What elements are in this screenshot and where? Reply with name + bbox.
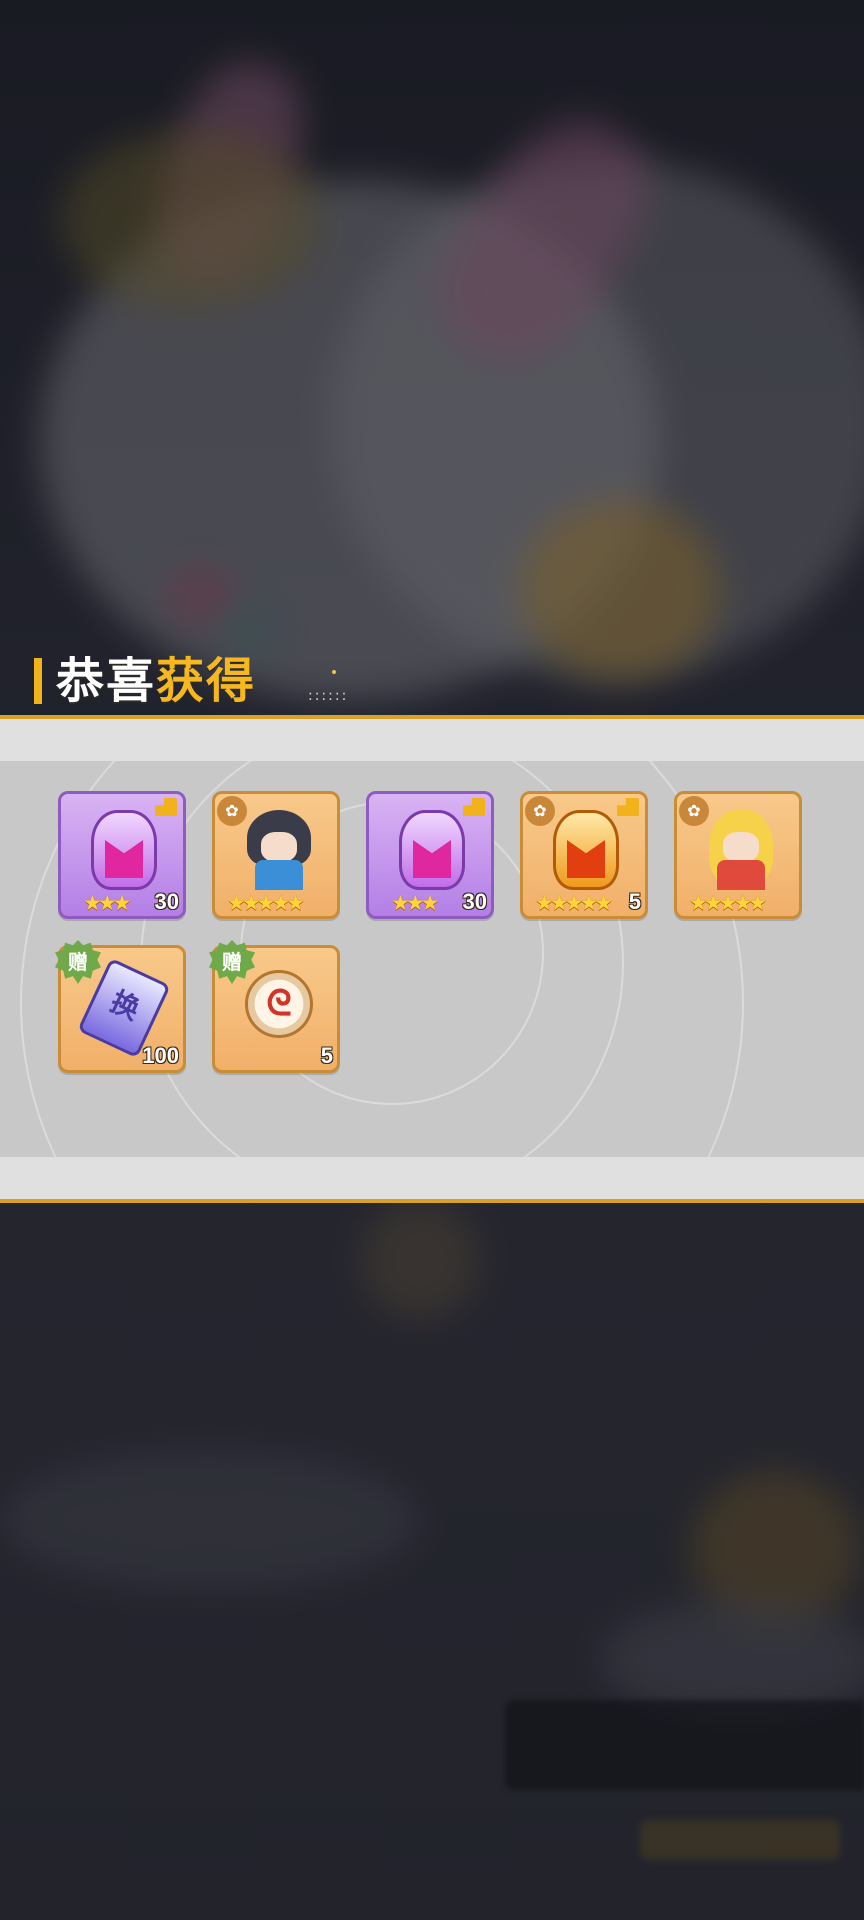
hero-portrait-icon bbox=[701, 802, 781, 892]
title-sparkle bbox=[332, 670, 336, 674]
reward-item-exchange-ticket[interactable]: 换 赠 100 bbox=[55, 940, 186, 1073]
gift-badge-icon: 赠 bbox=[55, 940, 101, 984]
reward-title: 恭喜获得 bbox=[34, 652, 256, 710]
dragon-coin-icon: ᘓ bbox=[245, 970, 313, 1038]
panel-top-band bbox=[0, 719, 864, 761]
flag-icon bbox=[617, 798, 639, 816]
reward-item-gold-helmet[interactable]: ✿ ★★★★★ 5 bbox=[520, 791, 648, 919]
item-quantity: 5 bbox=[320, 1043, 333, 1068]
star-rating: ★★★ bbox=[391, 891, 440, 915]
reward-item-black-hair-hero[interactable]: ✿ ★★★★★ bbox=[212, 791, 340, 919]
title-dots-decoration: :::::: bbox=[308, 688, 349, 704]
reward-grid: ★★★ 30 ✿ ★★★★★ ★★★ 30 ✿ ★★★★★ 5 ✿ ★★★★★ bbox=[0, 761, 864, 1157]
purple-helmet-icon bbox=[399, 810, 465, 890]
item-quantity: 30 bbox=[462, 889, 487, 914]
item-quantity: 100 bbox=[142, 1043, 179, 1068]
lotus-icon: ✿ bbox=[679, 796, 709, 826]
hero-portrait-icon bbox=[239, 802, 319, 892]
title-text-obtained: 获得 bbox=[156, 653, 257, 709]
star-rating: ★★★ bbox=[83, 891, 132, 915]
lotus-icon: ✿ bbox=[525, 796, 555, 826]
gold-helmet-icon bbox=[553, 810, 619, 890]
reward-item-dragon-coin[interactable]: ᘓ 赠 5 bbox=[209, 940, 340, 1073]
flag-icon bbox=[463, 798, 485, 816]
star-rating: ★★★★★ bbox=[535, 891, 613, 915]
title-accent-bar bbox=[34, 658, 42, 704]
reward-item-purple-helmet[interactable]: ★★★ 30 bbox=[366, 791, 494, 919]
item-quantity: 30 bbox=[154, 889, 179, 914]
star-rating: ★★★★★ bbox=[227, 891, 305, 915]
panel-bottom-gold-line bbox=[0, 1199, 864, 1203]
lotus-icon: ✿ bbox=[217, 796, 247, 826]
reward-panel[interactable]: ★★★ 30 ✿ ★★★★★ ★★★ 30 ✿ ★★★★★ 5 ✿ ★★★★★ bbox=[0, 715, 864, 1203]
reward-item-blonde-hero[interactable]: ✿ ★★★★★ bbox=[674, 791, 802, 919]
panel-bottom-band bbox=[0, 1157, 864, 1199]
purple-helmet-icon bbox=[91, 810, 157, 890]
title-text-congrats: 恭喜 bbox=[56, 653, 157, 709]
star-rating: ★★★★★ bbox=[689, 891, 767, 915]
flag-icon bbox=[155, 798, 177, 816]
item-quantity: 5 bbox=[628, 889, 641, 914]
gift-badge-icon: 赠 bbox=[209, 940, 255, 984]
reward-item-purple-helmet[interactable]: ★★★ 30 bbox=[58, 791, 186, 919]
